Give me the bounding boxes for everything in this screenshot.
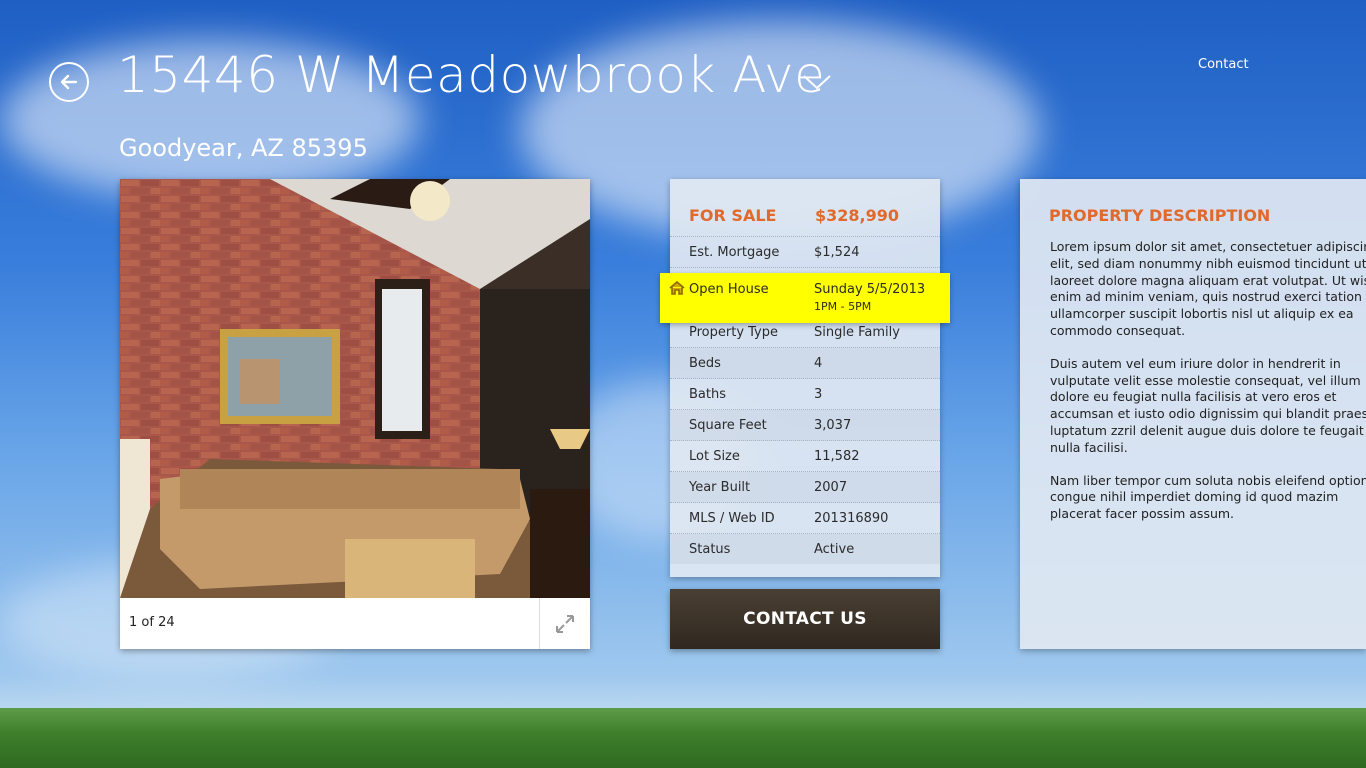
contact-link[interactable]: Contact [1198, 57, 1249, 72]
listing-details: FOR SALE $328,990 Est. Mortgage $1,524 P… [670, 179, 940, 577]
detail-row-mls-id: MLS / Web ID 201316890 [670, 503, 940, 534]
photo-counter: 1 of 24 [129, 615, 175, 630]
description-paragraph: Lorem ipsum dolor sit amet, consectetuer… [1050, 239, 1366, 338]
arrow-left-icon [60, 74, 78, 90]
detail-value: 11,582 [814, 449, 860, 464]
detail-value: Active [814, 542, 855, 557]
property-description-panel: PROPERTY DESCRIPTION Lorem ipsum dolor s… [1020, 179, 1366, 649]
detail-row-status: Status Active [670, 534, 940, 564]
price-row: FOR SALE $328,990 [670, 179, 940, 237]
detail-row-year-built: Year Built 2007 [670, 472, 940, 503]
grass-background [0, 708, 1366, 768]
detail-row-beds: Beds 4 [670, 348, 940, 379]
photo-footer: 1 of 24 [120, 598, 590, 649]
detail-label: Property Type [689, 325, 779, 340]
description-paragraph: Nam liber tempor cum soluta nobis eleife… [1050, 472, 1366, 522]
open-house-row[interactable]: Open House Sunday 5/5/2013 1PM - 5PM [660, 273, 950, 323]
detail-value: Single Family [814, 325, 900, 340]
detail-row-mortgage: Est. Mortgage $1,524 [670, 237, 940, 268]
description-paragraph: Duis autem vel eum iriure dolor in hendr… [1050, 355, 1366, 455]
detail-label: Baths [689, 387, 726, 402]
detail-value: 4 [814, 356, 823, 371]
open-house-date: Sunday 5/5/2013 [814, 282, 926, 297]
sale-status-label: FOR SALE [689, 206, 777, 225]
detail-value: $1,524 [814, 245, 860, 260]
contact-us-button[interactable]: CONTACT US [670, 589, 940, 649]
detail-label: Beds [689, 356, 721, 371]
price-value: $328,990 [815, 206, 900, 225]
detail-value: 201316890 [814, 511, 889, 526]
detail-row-lot-size: Lot Size 11,582 [670, 441, 940, 472]
page-subtitle: Goodyear, AZ 85395 [119, 134, 368, 162]
page-title: 15446 W Meadowbrook Ave [117, 46, 826, 104]
open-house-label: Open House [689, 282, 769, 297]
open-house-time: 1PM - 5PM [814, 300, 872, 313]
detail-row-baths: Baths 3 [670, 379, 940, 410]
house-icon [669, 280, 685, 299]
detail-label: Lot Size [689, 449, 740, 464]
back-button[interactable] [49, 62, 89, 102]
living-room-image [120, 179, 590, 598]
detail-label: Year Built [689, 480, 751, 495]
property-photo[interactable] [120, 179, 590, 598]
detail-value: 3,037 [814, 418, 852, 433]
chevron-down-icon[interactable] [802, 72, 832, 96]
photo-gallery: 1 of 24 [120, 179, 590, 649]
detail-value: 3 [814, 387, 823, 402]
expand-icon [556, 614, 574, 633]
detail-label: Est. Mortgage [689, 245, 780, 260]
detail-label: Status [689, 542, 731, 557]
detail-label: Square Feet [689, 418, 767, 433]
description-body: Lorem ipsum dolor sit amet, consectetuer… [1050, 239, 1366, 539]
detail-value: 2007 [814, 480, 848, 495]
detail-label: MLS / Web ID [689, 511, 775, 526]
expand-button[interactable] [539, 598, 590, 649]
description-title: PROPERTY DESCRIPTION [1049, 206, 1271, 225]
detail-row-square-feet: Square Feet 3,037 [670, 410, 940, 441]
